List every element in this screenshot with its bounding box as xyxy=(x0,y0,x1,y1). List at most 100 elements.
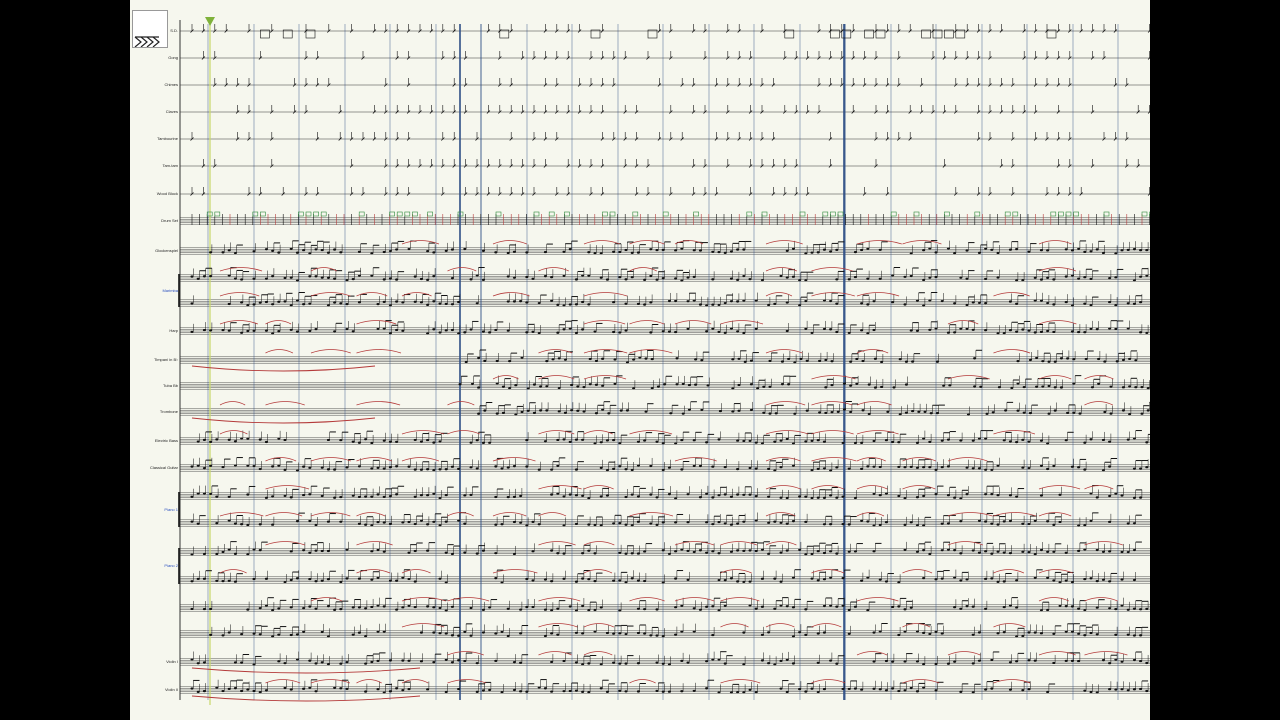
note-head xyxy=(525,690,529,693)
note-head xyxy=(618,609,622,612)
note-head xyxy=(432,328,436,331)
drum-accent xyxy=(1073,211,1079,217)
note-head xyxy=(984,468,988,471)
note-head xyxy=(632,358,636,361)
slur xyxy=(856,597,899,602)
instrument-label: Piano 2 xyxy=(164,563,178,568)
note-head xyxy=(264,604,268,607)
note-head xyxy=(953,331,957,334)
note-head xyxy=(984,493,988,496)
note-head xyxy=(736,580,740,583)
note-head xyxy=(283,468,287,471)
note-head xyxy=(401,301,405,304)
note-head xyxy=(314,248,318,251)
note-head xyxy=(525,251,529,254)
slur xyxy=(811,267,853,272)
slur xyxy=(765,623,795,628)
note-head xyxy=(556,438,560,442)
note-head xyxy=(277,464,281,467)
note-head xyxy=(432,300,436,303)
note-head xyxy=(539,385,543,388)
slur xyxy=(583,430,613,435)
drum-accent xyxy=(974,211,981,217)
note-head xyxy=(401,576,405,579)
note-head xyxy=(388,579,392,582)
note-head xyxy=(339,520,343,523)
note-head xyxy=(767,495,771,498)
note-head xyxy=(674,577,678,580)
note-head xyxy=(556,303,560,306)
note-head xyxy=(539,409,543,412)
drum-accent xyxy=(830,211,836,217)
note-head xyxy=(587,251,591,254)
note-head xyxy=(370,441,374,445)
note-head xyxy=(519,521,523,524)
note-head xyxy=(326,468,330,471)
instrument-label: Tuba Bb xyxy=(163,383,178,388)
note-head xyxy=(674,521,678,524)
note-head xyxy=(587,497,591,500)
drum-accent xyxy=(358,211,365,217)
note-head xyxy=(767,631,771,634)
note-head xyxy=(388,495,392,498)
slur xyxy=(902,569,933,574)
slur xyxy=(856,240,902,245)
note-head xyxy=(545,409,549,412)
note-head xyxy=(556,331,560,334)
note-head xyxy=(357,631,361,634)
note-head xyxy=(736,330,740,333)
note-head xyxy=(432,492,436,495)
note-head xyxy=(357,250,361,253)
note-head xyxy=(357,522,361,525)
note-head xyxy=(550,660,554,664)
note-head xyxy=(519,661,523,664)
note-head xyxy=(984,247,988,250)
slur xyxy=(674,320,712,325)
note-head xyxy=(450,634,454,637)
note-head xyxy=(984,607,988,610)
drum-accent xyxy=(305,211,312,217)
long-slur xyxy=(191,667,421,674)
note-head xyxy=(388,690,392,693)
slur xyxy=(765,430,809,435)
score-canvas xyxy=(178,17,1150,705)
note-head xyxy=(264,277,268,280)
note-head xyxy=(314,275,318,278)
note-head xyxy=(339,580,343,584)
slur xyxy=(1084,651,1128,656)
note-head xyxy=(432,606,436,609)
note-head xyxy=(314,662,318,665)
note-head xyxy=(860,579,864,582)
note-head xyxy=(576,385,580,388)
note-head xyxy=(295,279,299,282)
note-head xyxy=(618,689,622,692)
slur xyxy=(583,623,614,628)
note-head xyxy=(450,248,454,251)
note-head xyxy=(388,304,392,307)
slur xyxy=(1084,541,1123,546)
note-head xyxy=(514,413,518,416)
note-head xyxy=(911,360,915,363)
note-head xyxy=(314,549,318,552)
note-head xyxy=(632,387,636,390)
note-head xyxy=(849,410,853,414)
slur xyxy=(219,430,248,435)
drum-accent xyxy=(662,211,669,217)
note-head xyxy=(432,441,436,444)
note-head xyxy=(1015,330,1019,333)
drum-accent xyxy=(548,211,555,217)
slur xyxy=(629,597,665,602)
score-page[interactable]: S.D. Gong Chimes Claves Tambourine Tam-tam Woo… xyxy=(130,0,1150,720)
note-head xyxy=(264,248,268,251)
note-head xyxy=(295,577,299,580)
note-head xyxy=(401,659,405,662)
note-head xyxy=(860,467,864,470)
note-head xyxy=(618,632,622,635)
note-head xyxy=(432,251,436,254)
slur xyxy=(1038,320,1077,325)
note-head xyxy=(519,690,523,693)
note-head xyxy=(314,580,318,583)
note-head xyxy=(829,328,833,331)
note-head xyxy=(339,495,343,499)
note-head xyxy=(419,440,423,443)
